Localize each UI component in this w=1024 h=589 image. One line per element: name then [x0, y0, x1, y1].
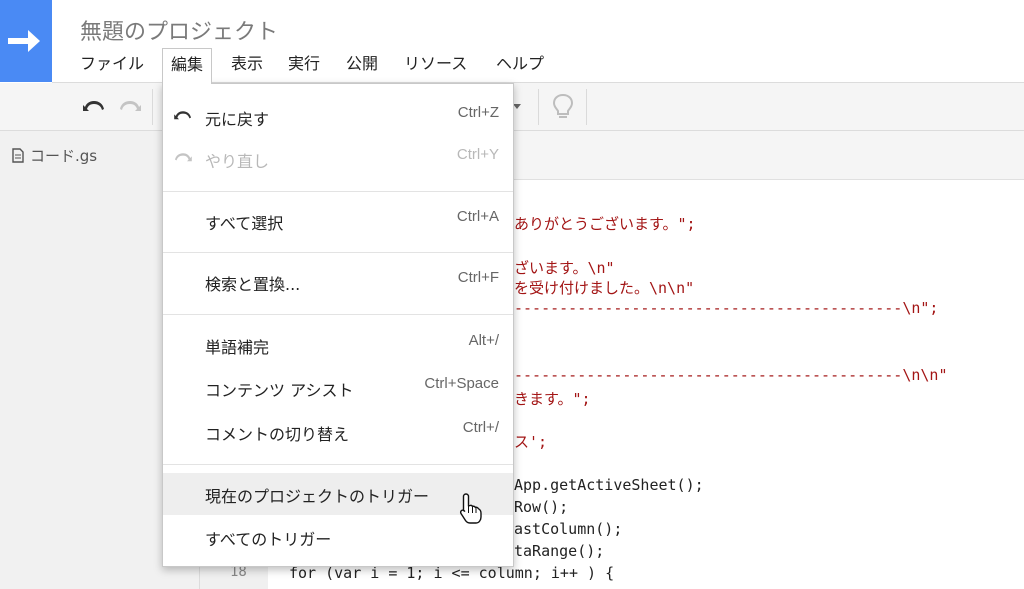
menu-item-label: 単語補完	[205, 338, 270, 357]
menu-run[interactable]: 実行	[280, 48, 328, 84]
lightbulb-icon[interactable]	[550, 93, 576, 121]
undo-icon	[174, 111, 191, 120]
hand-cursor-icon	[459, 493, 482, 524]
menu-item-shortcut: Ctrl+Y	[456, 146, 499, 163]
menu-item-label: すべて選択	[205, 214, 284, 233]
code-line[interactable]: きます。";	[514, 388, 591, 409]
toolbar-separator	[538, 89, 539, 125]
menu-item-content-assist[interactable]: コンテンツ アシスト Ctrl+Space	[163, 367, 513, 409]
menu-item-label: 検索と置換...	[205, 275, 301, 294]
menu-item-shortcut: Ctrl+/	[462, 419, 499, 436]
menu-resources[interactable]: リソース	[396, 48, 475, 84]
menu-item-shortcut: Ctrl+Space	[424, 375, 499, 392]
code-line[interactable]: ざいます。\n"	[514, 257, 615, 278]
menu-item-shortcut: Alt+/	[468, 332, 499, 349]
redo-icon[interactable]	[118, 95, 142, 119]
menu-separator	[163, 191, 513, 192]
code-line[interactable]: ありがとうございます。";	[514, 213, 696, 234]
menu-item-shortcut: Ctrl+Z	[457, 104, 499, 121]
menu-separator	[163, 314, 513, 315]
toolbar-separator	[586, 89, 587, 125]
app-logo[interactable]	[0, 0, 52, 82]
code-line[interactable]: taRange();	[514, 542, 604, 560]
menu-item-label: すべてのトリガー	[205, 530, 332, 549]
undo-icon[interactable]	[82, 95, 106, 119]
menu-item-select-all[interactable]: すべて選択 Ctrl+A	[163, 200, 513, 242]
code-line[interactable]: ----------------------------------------…	[514, 299, 938, 317]
code-line[interactable]: astColumn();	[514, 520, 622, 538]
menu-edit[interactable]: 編集	[162, 48, 213, 84]
toolbar-separator	[152, 89, 153, 125]
code-line[interactable]: を受け付けました。\n\n"	[514, 277, 694, 298]
menu-item-undo[interactable]: 元に戻す Ctrl+Z	[163, 96, 513, 138]
menu-help[interactable]: ヘルプ	[488, 48, 552, 84]
menu-separator	[163, 464, 513, 465]
menu-item-label: コメントの切り替え	[205, 425, 350, 444]
document-icon	[12, 148, 24, 163]
code-line[interactable]: ----------------------------------------…	[514, 366, 947, 384]
menu-item-label: 元に戻す	[205, 110, 270, 129]
menu-item-label: 現在のプロジェクトのトリガー	[205, 487, 430, 506]
project-title[interactable]: 無題のプロジェクト	[80, 14, 278, 46]
file-name: コード.gs	[30, 147, 98, 165]
arrow-right-icon	[8, 30, 40, 52]
menu-item-find-replace[interactable]: 検索と置換... Ctrl+F	[163, 261, 513, 303]
menu-separator	[163, 252, 513, 253]
code-line[interactable]: App.getActiveSheet();	[514, 476, 704, 494]
menu-item-toggle-comment[interactable]: コメントの切り替え Ctrl+/	[163, 411, 513, 453]
menu-file[interactable]: ファイル	[72, 48, 152, 84]
code-line[interactable]: Row();	[514, 498, 568, 516]
menu-item-redo: やり直し Ctrl+Y	[163, 138, 513, 180]
file-item[interactable]: コード.gs	[12, 145, 97, 166]
code-line[interactable]: ス';	[514, 431, 547, 452]
redo-icon	[175, 153, 192, 162]
menu-view[interactable]: 表示	[223, 48, 271, 84]
menu-item-shortcut: Ctrl+F	[457, 269, 499, 286]
menu-item-label: コンテンツ アシスト	[205, 381, 354, 400]
menu-item-label: やり直し	[205, 152, 270, 171]
menu-publish[interactable]: 公開	[338, 48, 386, 84]
menu-item-word-completion[interactable]: 単語補完 Alt+/	[163, 324, 513, 366]
menu-item-shortcut: Ctrl+A	[456, 208, 499, 225]
